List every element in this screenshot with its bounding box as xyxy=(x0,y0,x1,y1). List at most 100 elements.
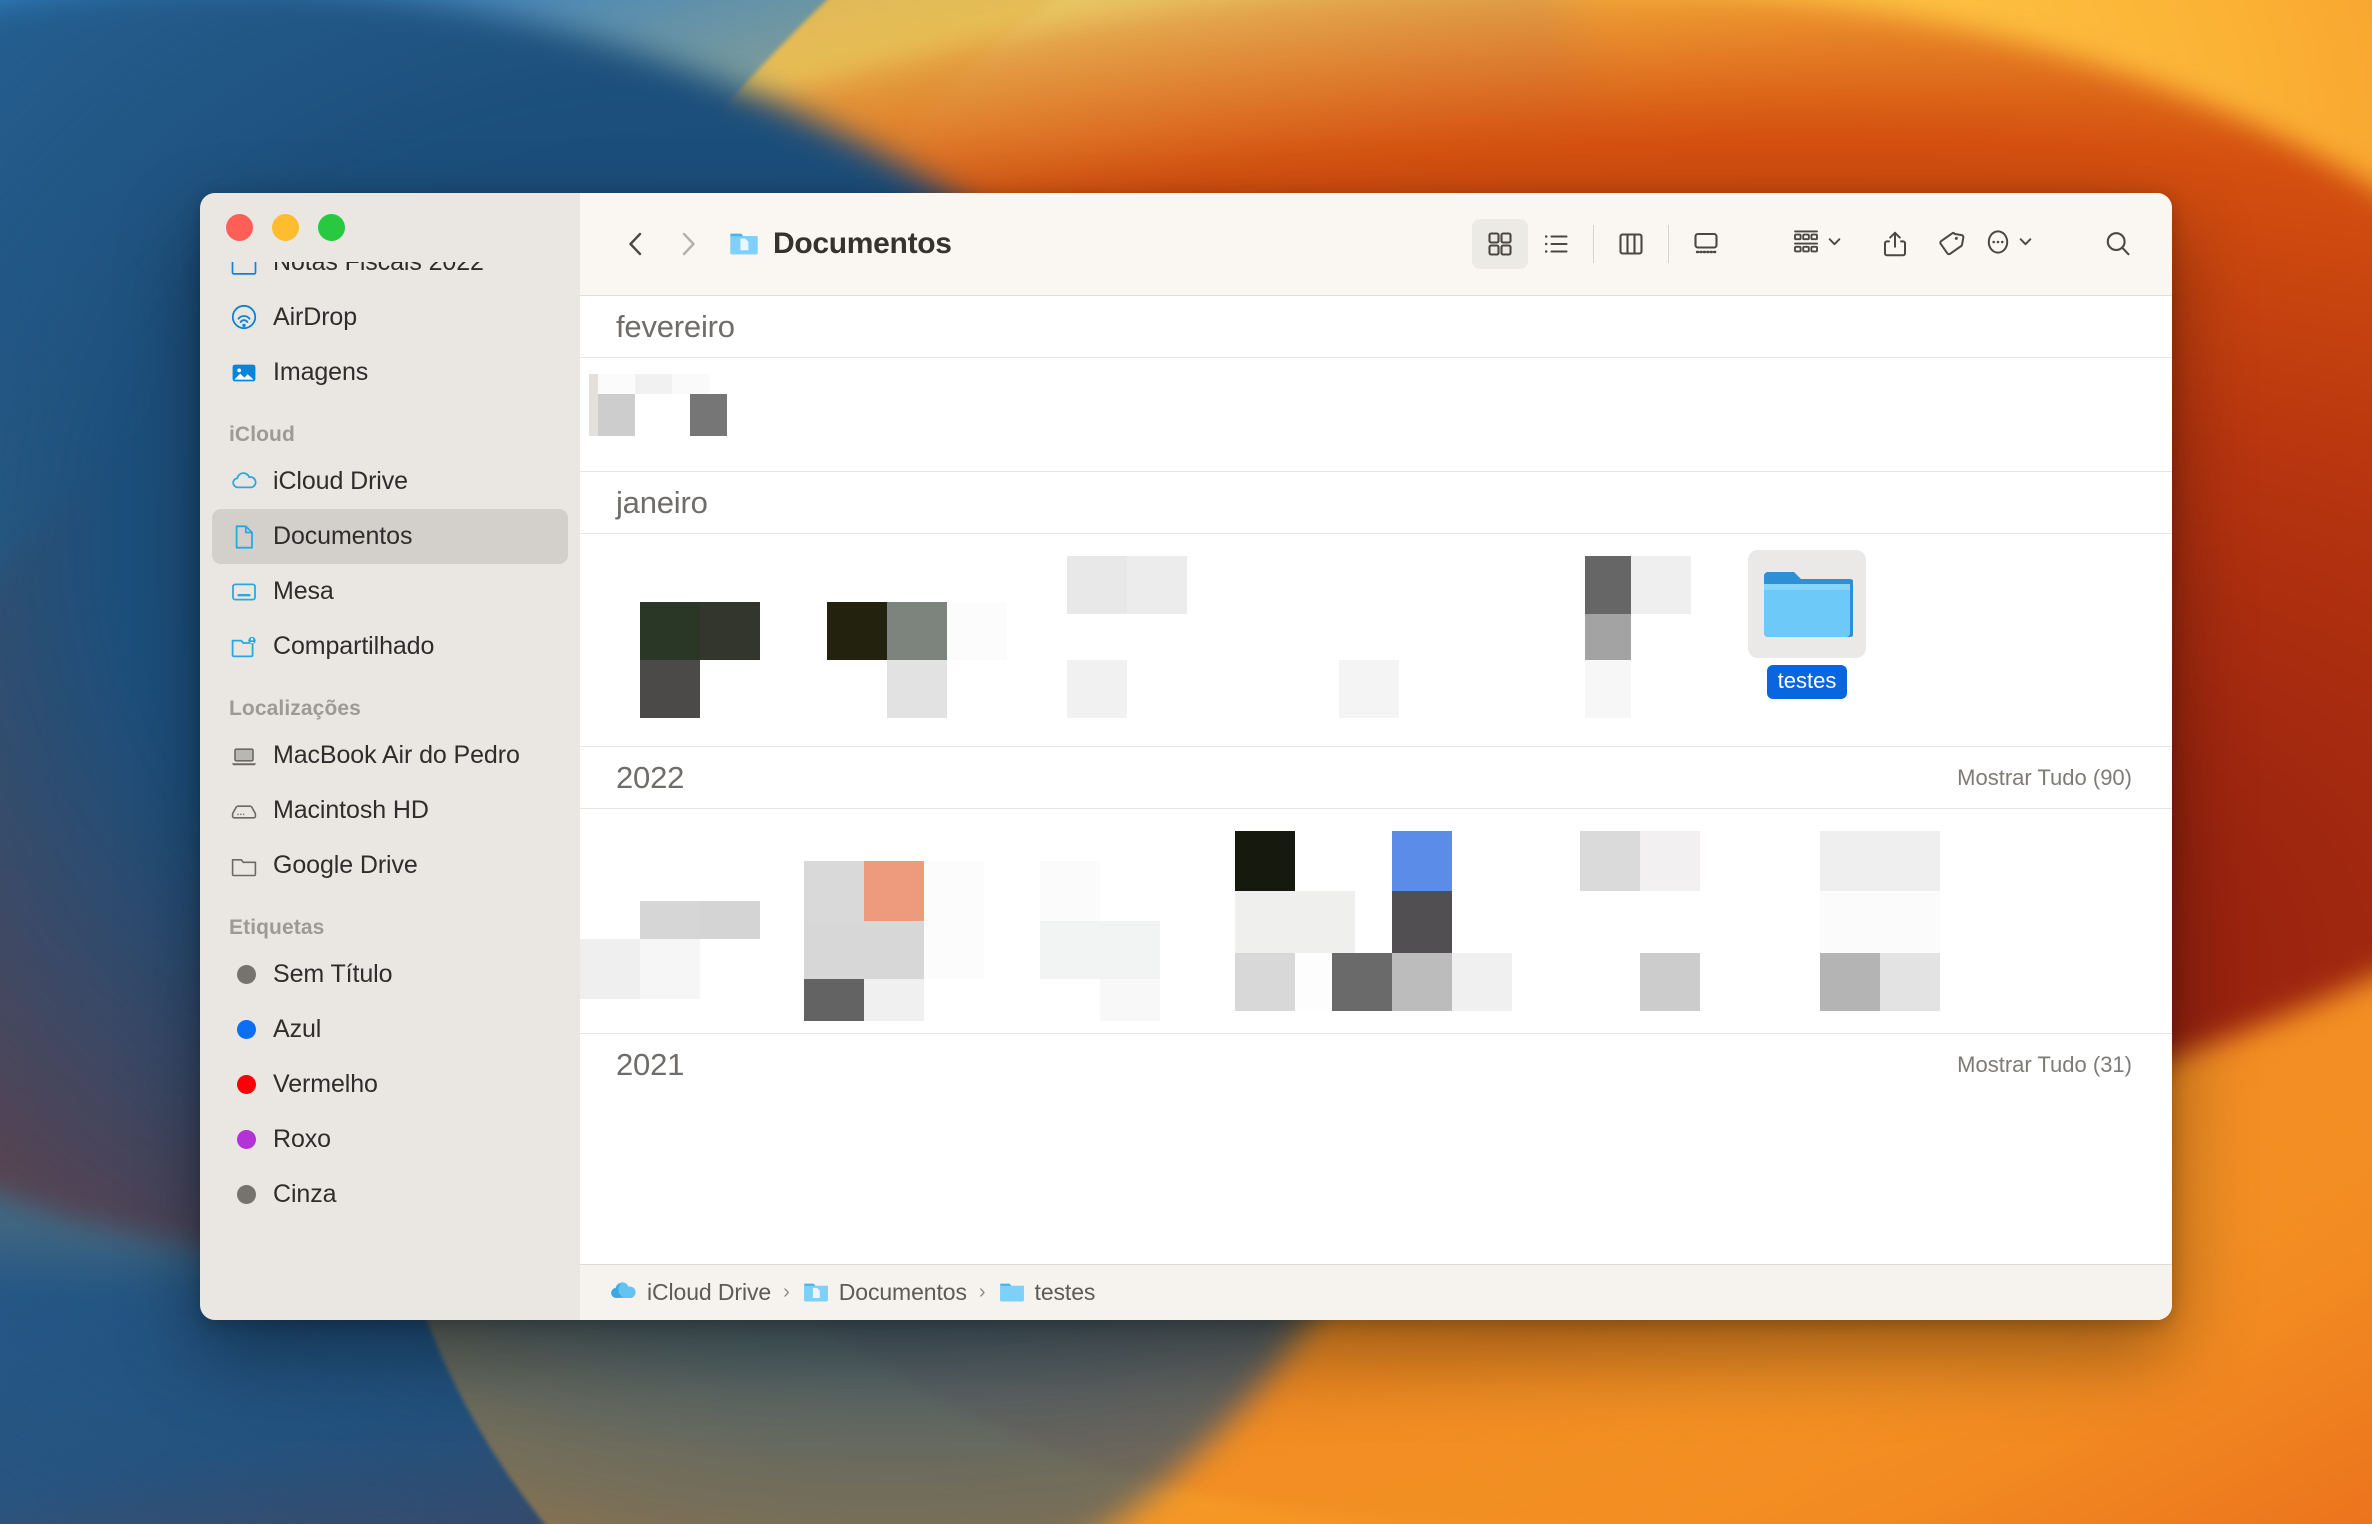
file-thumbnail-block[interactable] xyxy=(804,861,864,921)
file-thumbnail-block[interactable] xyxy=(1392,831,1452,891)
minimize-button[interactable] xyxy=(272,214,299,241)
file-thumbnail-block[interactable] xyxy=(864,861,924,921)
sidebar-item-airdrop[interactable]: AirDrop xyxy=(212,290,568,345)
file-thumbnail-block[interactable] xyxy=(690,394,727,436)
group-row-fevereiro[interactable] xyxy=(580,358,2172,472)
file-browser-content[interactable]: fevereiro janeiro testes 2022 Mostrar Tu… xyxy=(580,296,2172,1264)
file-thumbnail-block[interactable] xyxy=(1100,979,1160,1021)
sidebar-item-label: Notas Fiscais 2022 xyxy=(273,262,484,276)
sidebar-tag-cinza[interactable]: Cinza xyxy=(212,1167,568,1222)
file-thumbnail-block[interactable] xyxy=(1040,921,1160,979)
file-thumbnail-block[interactable] xyxy=(924,861,984,979)
file-thumbnail-block[interactable] xyxy=(589,374,598,436)
file-item-testes[interactable]: testes xyxy=(1748,550,1866,699)
breadcrumb-item-icloud-drive[interactable]: iCloud Drive xyxy=(608,1278,771,1307)
sidebar-item-mesa[interactable]: Mesa xyxy=(212,564,568,619)
list-view-icon[interactable] xyxy=(1528,219,1584,269)
file-thumbnail-block[interactable] xyxy=(1392,891,1452,953)
group-show-all[interactable]: Mostrar Tudo (31) xyxy=(1957,1052,2132,1078)
back-button[interactable] xyxy=(610,218,662,270)
shared-folder-icon xyxy=(229,632,259,662)
sidebar-item-google-drive[interactable]: Google Drive xyxy=(212,838,568,893)
sidebar-item-macbook-air[interactable]: MacBook Air do Pedro xyxy=(212,728,568,783)
file-thumbnail-block[interactable] xyxy=(598,374,635,394)
gallery-view-icon[interactable] xyxy=(1678,219,1734,269)
file-thumbnail-block[interactable] xyxy=(1235,953,1295,1011)
tag-icon[interactable] xyxy=(1923,219,1979,269)
file-thumbnail-block[interactable] xyxy=(1640,831,1700,891)
file-thumbnail-block[interactable] xyxy=(1127,556,1187,614)
group-show-all[interactable]: Mostrar Tudo (90) xyxy=(1957,765,2132,791)
file-thumbnail-block[interactable] xyxy=(1631,556,1691,614)
file-thumbnail-block[interactable] xyxy=(947,602,1007,660)
file-thumbnail-block[interactable] xyxy=(1235,831,1295,891)
sidebar-item-documentos[interactable]: Documentos xyxy=(212,509,568,564)
file-thumbnail-block[interactable] xyxy=(1820,831,1940,891)
group-row-2022[interactable] xyxy=(580,809,2172,1034)
sidebar-item-icloud-drive[interactable]: iCloud Drive xyxy=(212,454,568,509)
search-icon[interactable] xyxy=(2090,219,2146,269)
file-thumbnail-block[interactable] xyxy=(1339,660,1399,718)
file-thumbnail-block[interactable] xyxy=(1640,953,1700,1011)
file-thumbnail-block[interactable] xyxy=(580,939,640,999)
file-thumbnail-block[interactable] xyxy=(1040,861,1100,921)
file-thumbnail-block[interactable] xyxy=(1332,953,1392,1011)
file-thumbnail-block[interactable] xyxy=(1585,614,1631,660)
sidebar-item-imagens[interactable]: Imagens xyxy=(212,345,568,400)
sidebar-item-label: Roxo xyxy=(273,1125,331,1153)
pictures-icon xyxy=(229,358,259,388)
sidebar-item-compartilhado[interactable]: Compartilhado xyxy=(212,619,568,674)
file-thumbnail-block[interactable] xyxy=(640,602,700,660)
file-thumbnail-block[interactable] xyxy=(804,921,924,979)
file-thumbnail-block[interactable] xyxy=(1585,660,1631,718)
group-row-janeiro[interactable]: testes xyxy=(580,534,2172,747)
file-thumbnail-block[interactable] xyxy=(635,374,672,394)
close-button[interactable] xyxy=(226,214,253,241)
file-thumbnail-block[interactable] xyxy=(640,660,700,718)
sidebar-item-macintosh-hd[interactable]: Macintosh HD xyxy=(212,783,568,838)
file-thumbnail-block[interactable] xyxy=(1880,953,1940,1011)
file-thumbnail-block[interactable] xyxy=(672,374,709,394)
maximize-button[interactable] xyxy=(318,214,345,241)
sidebar-item-label: Macintosh HD xyxy=(273,796,429,824)
file-thumbnail-block[interactable] xyxy=(640,901,700,939)
sidebar-tag-roxo[interactable]: Roxo xyxy=(212,1112,568,1167)
sidebar-tag-azul[interactable]: Azul xyxy=(212,1002,568,1057)
breadcrumb-item-testes[interactable]: testes xyxy=(998,1277,1096,1308)
group-header-2021: 2021 Mostrar Tudo (31) xyxy=(580,1034,2172,1096)
file-thumbnail-block[interactable] xyxy=(887,602,947,660)
sidebar-tag-sem-titulo[interactable]: Sem Título xyxy=(212,947,568,1002)
file-thumbnail-block[interactable] xyxy=(1820,891,1940,953)
icon-view-icon[interactable] xyxy=(1472,219,1528,269)
file-thumbnail-block[interactable] xyxy=(1067,660,1127,718)
forward-button[interactable] xyxy=(662,218,714,270)
file-thumbnail-block[interactable] xyxy=(804,979,864,1021)
share-icon[interactable] xyxy=(1867,219,1923,269)
file-thumbnail-block[interactable] xyxy=(700,901,760,939)
file-thumbnail-block[interactable] xyxy=(864,979,924,1021)
file-thumbnail-block[interactable] xyxy=(1392,953,1452,1011)
tag-dot-icon xyxy=(229,1125,259,1155)
file-thumbnail-block[interactable] xyxy=(1820,953,1880,1011)
file-thumbnail-block[interactable] xyxy=(887,660,947,718)
sidebar-scroll-area[interactable]: Notas Fiscais 2022 AirDrop Imagens iClou… xyxy=(200,262,580,1320)
column-view-icon[interactable] xyxy=(1603,219,1659,269)
more-actions-button[interactable] xyxy=(1979,227,2038,262)
file-thumbnail-block[interactable] xyxy=(1580,831,1640,891)
group-by-button[interactable] xyxy=(1786,227,1847,262)
file-thumbnail-block[interactable] xyxy=(1452,953,1512,1011)
breadcrumb-item-documentos[interactable]: Documentos xyxy=(802,1277,967,1308)
file-thumbnail-block[interactable] xyxy=(1585,556,1631,614)
breadcrumb-label: testes xyxy=(1034,1279,1096,1305)
file-thumbnail-block[interactable] xyxy=(1067,556,1127,614)
documents-folder-icon xyxy=(728,226,760,263)
file-thumbnail-block[interactable] xyxy=(827,602,887,660)
file-thumbnail-block[interactable] xyxy=(640,939,700,999)
sidebar-item-notas-fiscais[interactable]: Notas Fiscais 2022 xyxy=(212,262,568,290)
group-title: 2022 xyxy=(616,759,685,795)
file-thumbnail-block[interactable] xyxy=(598,394,635,436)
file-thumbnail-block[interactable] xyxy=(1235,891,1355,953)
file-thumbnail-block[interactable] xyxy=(700,602,760,660)
sidebar-tag-vermelho[interactable]: Vermelho xyxy=(212,1057,568,1112)
folder-title-group[interactable]: Documentos xyxy=(728,226,952,263)
